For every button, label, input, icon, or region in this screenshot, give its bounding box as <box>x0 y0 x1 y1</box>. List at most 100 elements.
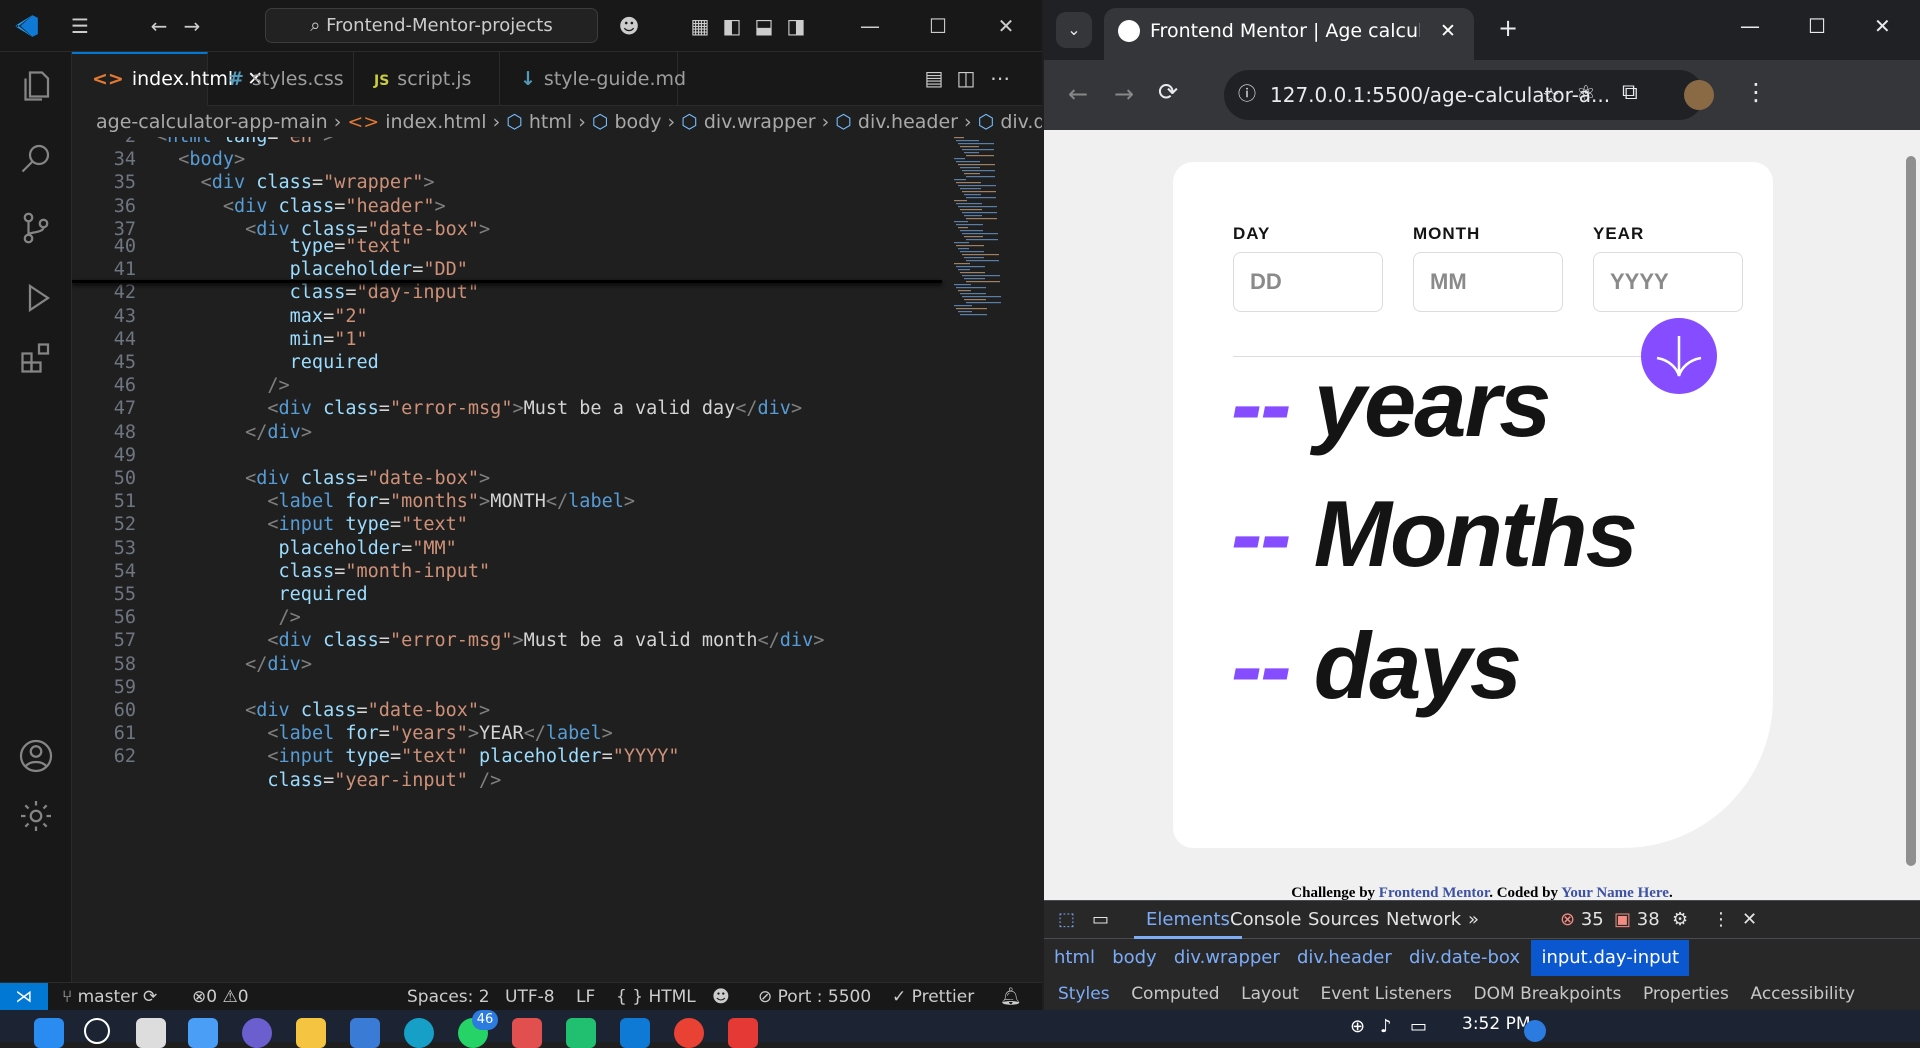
widgets-icon[interactable] <box>188 1018 218 1048</box>
git-client-icon[interactable] <box>512 1018 542 1048</box>
code-editor[interactable]: 2<html lang="en">34 <body>35 <div class=… <box>72 137 1042 982</box>
source-control-icon[interactable] <box>18 210 54 246</box>
close-window-icon[interactable]: ✕ <box>1874 14 1891 38</box>
network-icon[interactable]: ⊕ <box>1350 1016 1365 1037</box>
crumb-wrapper[interactable]: div.wrapper <box>1174 947 1280 968</box>
problems-indicator[interactable]: ⊗0 ⚠0 <box>192 983 249 1011</box>
subtab-computed[interactable]: Computed <box>1131 984 1219 1004</box>
open-preview-icon[interactable]: ▤ <box>920 64 948 92</box>
bookmark-star-icon[interactable]: ☆ <box>1542 70 1560 120</box>
tab-network[interactable]: Network <box>1386 901 1461 939</box>
pycharm-icon[interactable] <box>566 1018 596 1048</box>
tab-script-js[interactable]: JS script.js <box>354 52 500 106</box>
indentation-indicator[interactable]: Spaces: 2 <box>407 983 490 1011</box>
author-link[interactable]: Your Name Here <box>1561 885 1669 900</box>
subtab-event-listeners[interactable]: Event Listeners <box>1321 984 1452 1004</box>
copilot-icon[interactable]: ☻ <box>615 12 643 40</box>
tab-search-chevron-icon[interactable]: ⌄ <box>1056 12 1092 48</box>
inspect-element-icon[interactable]: ⬚ <box>1058 901 1075 939</box>
breadcrumb-wrapper[interactable]: div.wrapper <box>704 111 816 133</box>
back-arrow-icon[interactable]: ← <box>1068 80 1088 108</box>
subtab-layout[interactable]: Layout <box>1241 984 1299 1004</box>
frontend-mentor-link[interactable]: Frontend Mentor <box>1379 885 1489 900</box>
minimize-icon[interactable]: — <box>856 12 884 40</box>
breadcrumb-folder[interactable]: age-calculator-app-main <box>96 111 328 133</box>
crumb-header[interactable]: div.header <box>1297 947 1392 968</box>
maximize-icon[interactable]: ☐ <box>924 12 952 40</box>
chrome-menu-icon[interactable]: ⋮ <box>1744 78 1768 106</box>
breadcrumb-html[interactable]: html <box>529 111 572 133</box>
day-input[interactable]: DD <box>1233 252 1383 312</box>
edge-icon[interactable] <box>404 1018 434 1048</box>
reload-icon[interactable]: ⟳ <box>1158 78 1178 106</box>
site-info-icon[interactable]: ⓘ <box>1238 70 1256 120</box>
subtab-properties[interactable]: Properties <box>1643 984 1729 1004</box>
devtools-settings-icon[interactable]: ⚙ <box>1672 901 1688 939</box>
crumb-body[interactable]: body <box>1112 947 1157 968</box>
copilot-status-icon[interactable]: ☻ <box>712 983 730 1011</box>
task-view-icon[interactable] <box>136 1018 166 1048</box>
page-scrollbar-thumb[interactable] <box>1906 156 1916 866</box>
close-devtools-icon[interactable]: ✕ <box>1742 901 1757 939</box>
tab-console[interactable]: Console <box>1230 901 1301 939</box>
vscode-taskbar-icon[interactable] <box>620 1018 650 1048</box>
error-count[interactable]: ⊗ 35 <box>1560 901 1604 939</box>
split-editor-icon[interactable]: ◫ <box>952 64 980 92</box>
tab-style-guide-md[interactable]: ↓ style-guide.md <box>500 52 686 106</box>
live-server-port[interactable]: ⊘ Port : 5500 <box>758 983 871 1011</box>
eol-indicator[interactable]: LF <box>576 983 595 1011</box>
tab-sources[interactable]: Sources <box>1308 901 1379 939</box>
language-indicator[interactable]: { } HTML <box>616 983 696 1011</box>
tab-styles-css[interactable]: # styles.css <box>208 52 354 106</box>
profile-avatar[interactable] <box>1684 80 1714 110</box>
run-debug-icon[interactable] <box>18 280 54 316</box>
breadcrumb-header[interactable]: div.header <box>858 111 958 133</box>
settings-gear-icon[interactable] <box>18 798 54 834</box>
maximize-icon[interactable]: ☐ <box>1808 14 1826 38</box>
more-tabs-icon[interactable]: » <box>1468 901 1479 939</box>
crumb-day-input[interactable]: input.day-input <box>1531 940 1690 976</box>
account-icon[interactable] <box>18 738 54 774</box>
sync-icon[interactable]: ⟳ <box>143 987 157 1007</box>
clock-time[interactable]: 3:52 PM <box>1462 1014 1531 1034</box>
code-line[interactable]: class="year-input" /> <box>72 767 952 795</box>
remote-indicator-icon[interactable]: ⋊ <box>0 983 48 1011</box>
notification-center-icon[interactable] <box>1524 1020 1546 1042</box>
forward-arrow-icon[interactable]: → <box>178 12 206 40</box>
extensions-icon[interactable] <box>18 340 54 376</box>
prettier-indicator[interactable]: ✓ Prettier <box>892 983 974 1011</box>
issue-count[interactable]: ▣ 38 <box>1614 901 1660 939</box>
start-icon[interactable] <box>34 1018 64 1048</box>
close-tab-icon[interactable]: ✕ <box>1440 8 1456 54</box>
month-input[interactable]: MM <box>1413 252 1563 312</box>
volume-icon[interactable]: ♪ <box>1380 1016 1392 1037</box>
minimize-icon[interactable]: — <box>1740 14 1760 38</box>
layout-icon[interactable]: ▦ <box>686 12 714 40</box>
tab-elements[interactable]: Elements <box>1134 901 1242 939</box>
new-tab-icon[interactable]: + <box>1498 14 1518 42</box>
crumb-html[interactable]: html <box>1054 947 1095 968</box>
forward-arrow-icon[interactable]: → <box>1114 80 1134 108</box>
devtools-menu-icon[interactable]: ⋮ <box>1712 901 1730 939</box>
more-actions-icon[interactable]: ⋯ <box>986 64 1014 92</box>
year-input[interactable]: YYYY <box>1593 252 1743 312</box>
minimap[interactable] <box>952 137 1022 377</box>
search-icon[interactable] <box>18 140 54 176</box>
crumb-date-box[interactable]: div.date-box <box>1409 947 1520 968</box>
close-icon[interactable]: ✕ <box>992 12 1020 40</box>
file-explorer-icon[interactable] <box>296 1018 326 1048</box>
browser-tab[interactable]: Frontend Mentor | Age calculato ✕ <box>1104 8 1474 60</box>
tab-index-html[interactable]: <> index.html ✕ <box>72 52 263 106</box>
device-toolbar-icon[interactable]: ▭ <box>1092 901 1109 939</box>
search-icon[interactable] <box>84 1018 110 1044</box>
subtab-styles[interactable]: Styles <box>1058 984 1110 1004</box>
command-center-search[interactable]: ⌕ Frontend-Mentor-projects <box>265 8 598 43</box>
chrome-taskbar-icon[interactable] <box>674 1018 704 1048</box>
page-scrollbar[interactable] <box>1902 130 1920 900</box>
toggle-sidebar-icon[interactable]: ◧ <box>718 12 746 40</box>
submit-button[interactable] <box>1641 318 1717 394</box>
app-icon[interactable] <box>728 1018 758 1048</box>
breadcrumb-body[interactable]: body <box>614 111 661 133</box>
explorer-icon[interactable] <box>18 68 54 104</box>
breadcrumb-file[interactable]: index.html <box>385 111 486 133</box>
